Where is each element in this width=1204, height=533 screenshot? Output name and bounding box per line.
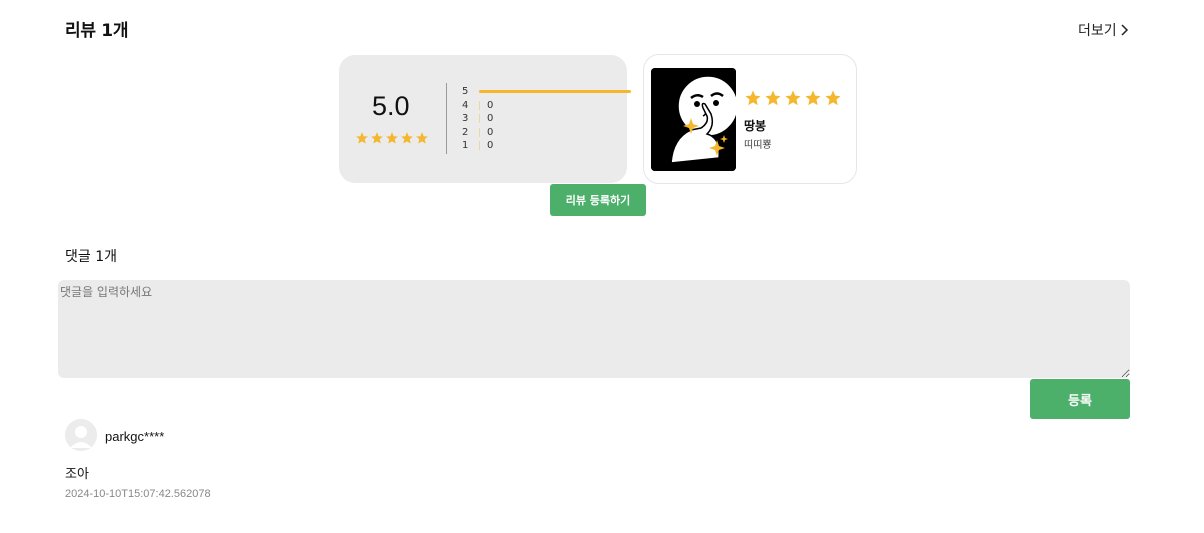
summary-divider bbox=[446, 83, 447, 154]
comment-timestamp: 2024-10-10T15:07:42.562078 bbox=[65, 488, 211, 500]
star-icon bbox=[745, 90, 761, 106]
review-stars bbox=[744, 89, 842, 107]
distribution-row: 20 bbox=[462, 126, 632, 140]
distribution-count: 0 bbox=[487, 140, 494, 151]
distribution-bar bbox=[479, 141, 480, 150]
star-icon bbox=[825, 90, 841, 106]
comment-username: parkgc**** bbox=[105, 429, 165, 444]
more-reviews-link[interactable]: 더보기 bbox=[1078, 20, 1129, 40]
distribution-bar bbox=[479, 90, 631, 93]
distribution-bar bbox=[479, 100, 480, 110]
comment-text: 조아 bbox=[65, 467, 89, 482]
comment-input[interactable] bbox=[58, 280, 1130, 378]
user-avatar-icon bbox=[65, 419, 97, 451]
distribution-star-label: 4 bbox=[462, 99, 469, 111]
distribution-star-label: 1 bbox=[462, 140, 469, 151]
star-icon bbox=[805, 90, 821, 106]
write-review-button[interactable]: 리뷰 등록하기 bbox=[550, 184, 646, 216]
average-score: 5.0 bbox=[372, 91, 410, 121]
latest-review-card[interactable]: 땅봉 띠띠뿅 bbox=[643, 54, 857, 184]
star-icon bbox=[386, 132, 398, 144]
star-icon bbox=[785, 90, 801, 106]
review-thumbnail bbox=[651, 68, 736, 171]
rating-distribution: 540302010 bbox=[462, 85, 632, 153]
distribution-row: 5 bbox=[462, 85, 632, 99]
reviews-title: 리뷰 1개 bbox=[65, 21, 129, 41]
distribution-count: 0 bbox=[487, 126, 494, 138]
star-icon bbox=[416, 132, 428, 144]
distribution-row: 10 bbox=[462, 139, 632, 153]
star-icon bbox=[356, 132, 368, 144]
star-icon bbox=[371, 132, 383, 144]
distribution-star-label: 2 bbox=[462, 126, 469, 138]
distribution-star-label: 5 bbox=[462, 86, 469, 97]
more-reviews-label: 더보기 bbox=[1078, 23, 1117, 39]
distribution-row: 30 bbox=[462, 112, 632, 126]
star-icon bbox=[401, 132, 413, 144]
distribution-count: 0 bbox=[487, 113, 494, 124]
distribution-star-label: 3 bbox=[462, 113, 469, 124]
comments-title: 댓글 1개 bbox=[65, 249, 117, 265]
character-sticker-icon bbox=[651, 68, 736, 171]
review-title: 땅봉 bbox=[744, 119, 767, 133]
distribution-count: 0 bbox=[487, 99, 494, 111]
chevron-right-icon bbox=[1121, 24, 1128, 36]
review-subtitle: 띠띠뿅 bbox=[744, 140, 772, 151]
distribution-row: 40 bbox=[462, 99, 632, 113]
star-icon bbox=[765, 90, 781, 106]
rating-summary-card: 5.0 540302010 bbox=[339, 55, 631, 183]
comment-submit-button[interactable]: 등록 bbox=[1030, 379, 1130, 419]
distribution-bar bbox=[479, 114, 480, 123]
distribution-bar bbox=[479, 127, 480, 137]
average-stars bbox=[355, 131, 429, 145]
